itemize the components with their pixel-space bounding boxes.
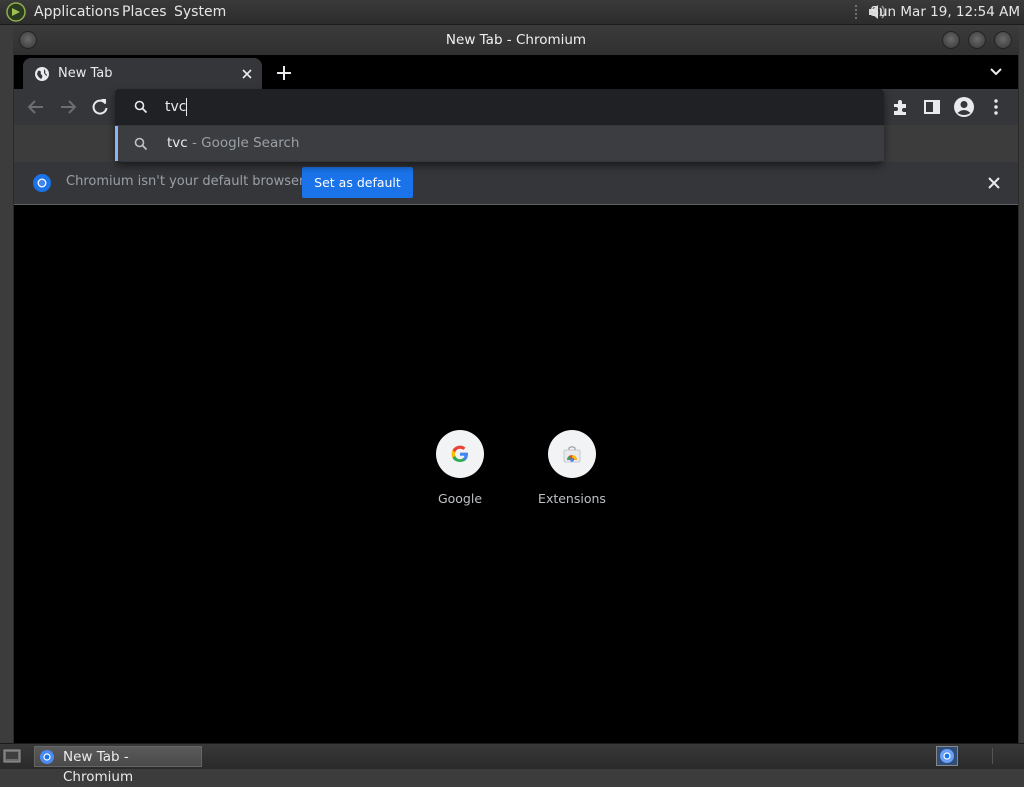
tab-strip: New Tab <box>14 55 1018 89</box>
google-icon <box>451 445 468 462</box>
window-title: New Tab - Chromium <box>445 32 587 48</box>
top-panel: Applications Places System Sun Mar 19, 1… <box>0 0 1024 25</box>
taskbar-item-chromium[interactable]: New Tab - Chromium <box>34 746 202 785</box>
kebab-menu-icon[interactable] <box>985 96 1007 118</box>
profile-avatar-icon[interactable] <box>953 96 975 118</box>
window-frame-right <box>1018 55 1019 743</box>
default-browser-infobar: Chromium isn't your default browser Set … <box>14 162 1018 205</box>
chromium-logo-icon <box>940 749 954 763</box>
shortcut-icon-circle <box>436 430 484 478</box>
tab-title: New Tab <box>58 66 113 81</box>
tray-grip-icon <box>855 5 857 19</box>
close-icon[interactable] <box>239 66 255 82</box>
search-icon <box>134 137 148 151</box>
shortcut-tile-google[interactable]: Google <box>412 429 508 519</box>
infobar-message: Chromium isn't your default browser <box>66 174 305 189</box>
globe-icon <box>35 67 49 81</box>
menu-system[interactable]: System <box>174 0 226 24</box>
taskbar-item-label: New Tab - Chromium <box>63 749 134 785</box>
minimize-button[interactable] <box>942 31 960 49</box>
tab-new-tab[interactable]: New Tab <box>23 58 262 89</box>
shortcut-tile-extensions[interactable]: Extensions <box>524 429 620 519</box>
omnibox-popup: tvc - Google Search <box>115 89 884 162</box>
window-titlebar[interactable]: New Tab - Chromium <box>13 25 1019 55</box>
omnibox-suggestion[interactable]: tvc - Google Search <box>115 126 884 161</box>
distro-logo-icon[interactable] <box>6 2 26 22</box>
search-icon <box>134 100 148 114</box>
shortcut-label: Extensions <box>538 491 606 506</box>
shortcut-label: Google <box>437 491 483 506</box>
menu-places[interactable]: Places <box>122 0 167 24</box>
chromium-logo-icon <box>40 750 54 764</box>
suggestion-query: tvc <box>167 135 188 151</box>
show-desktop-icon[interactable] <box>3 748 21 764</box>
reload-icon[interactable] <box>89 96 111 118</box>
omnibox-input[interactable] <box>165 93 865 121</box>
suggestion-text: tvc - Google Search <box>167 126 299 161</box>
bottom-taskbar: New Tab - Chromium <box>0 743 1024 785</box>
menu-applications[interactable]: Applications <box>34 0 120 24</box>
new-tab-page: Google Extensions <box>14 205 1018 743</box>
close-icon[interactable] <box>985 174 1003 192</box>
maximize-button[interactable] <box>968 31 986 49</box>
text-caret <box>186 98 187 116</box>
chevron-down-icon[interactable] <box>986 62 1006 82</box>
side-panel-icon[interactable] <box>921 96 943 118</box>
tray-chromium-icon[interactable] <box>936 746 958 766</box>
set-as-default-button[interactable]: Set as default <box>302 167 413 198</box>
close-window-button[interactable] <box>994 31 1012 49</box>
taskbar-divider <box>992 748 993 764</box>
back-arrow-icon[interactable] <box>25 96 47 118</box>
new-tab-plus-icon[interactable] <box>274 63 294 83</box>
chromium-logo-icon <box>33 174 51 192</box>
clock[interactable]: Sun Mar 19, 12:54 AM <box>870 0 1020 24</box>
suggestion-description: - Google Search <box>187 135 300 151</box>
suggestion-focus-bar <box>115 126 118 161</box>
omnibox[interactable] <box>115 89 884 125</box>
forward-arrow-icon[interactable] <box>57 96 79 118</box>
chrome-web-store-icon <box>563 446 581 463</box>
shortcut-icon-circle <box>548 430 596 478</box>
extensions-puzzle-icon[interactable] <box>889 96 911 118</box>
